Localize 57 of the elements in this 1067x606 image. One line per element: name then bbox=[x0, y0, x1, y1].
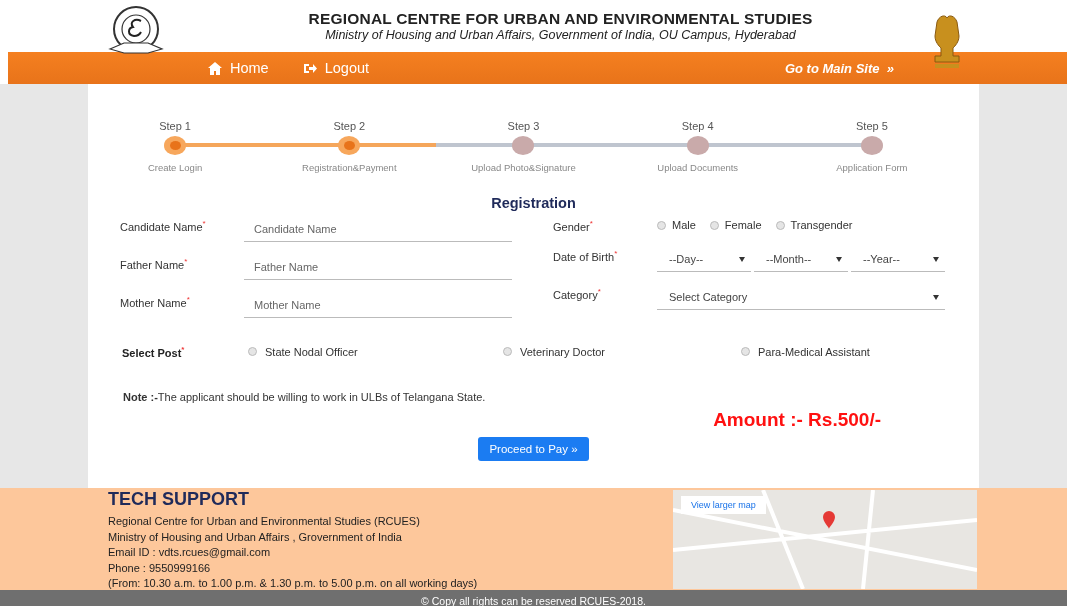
nav-link[interactable]: Logout bbox=[302, 60, 370, 76]
field-label: Category$^{*}$ bbox=[553, 286, 602, 301]
step-caption: Application Form bbox=[836, 162, 908, 173]
radio-button[interactable] bbox=[248, 347, 257, 357]
step-label: Step 3 bbox=[507, 120, 540, 132]
field-label: Select Post$^{*}$ bbox=[122, 345, 186, 359]
radio-button[interactable] bbox=[709, 220, 719, 230]
organization-title: REGIONAL CENTRE FOR URBAN AND ENVIRONMENTAL STUDIES bbox=[307, 10, 814, 28]
home-icon bbox=[208, 61, 222, 75]
step-label: Step 2 bbox=[333, 120, 366, 132]
radio-label: Para-Medical Assistant bbox=[758, 345, 870, 358]
main-site-link[interactable]: Go to Main Site » bbox=[784, 60, 894, 76]
radio-label: Female bbox=[724, 219, 762, 231]
caret-icon bbox=[836, 256, 842, 262]
field-label: Gender$^{*}$ bbox=[553, 218, 594, 233]
step-caption: Create Login bbox=[147, 162, 203, 173]
step-caption: Upload Photo&Signature bbox=[471, 162, 576, 173]
support-title: TECH SUPPORT bbox=[108, 489, 250, 510]
radio-button[interactable] bbox=[503, 347, 512, 357]
field-label: Father Name$^{*}$ bbox=[120, 256, 189, 271]
step-caption: Upload Documents bbox=[657, 162, 739, 173]
support-info-text: Phone : 9550999166 bbox=[108, 560, 212, 576]
step-label: Step 1 bbox=[159, 120, 191, 132]
radio-button[interactable] bbox=[741, 347, 750, 357]
step-label: Step 4 bbox=[681, 120, 714, 132]
step-label: Step 5 bbox=[856, 120, 888, 132]
support-info-text: Ministry of Housing and Urban Affairs , Grovernment of India bbox=[108, 529, 403, 545]
caret-icon bbox=[739, 256, 745, 262]
caret-icon bbox=[933, 294, 939, 300]
form-title: Registration bbox=[490, 195, 577, 211]
caret-icon bbox=[933, 256, 939, 262]
radio-label: Transgender bbox=[790, 219, 853, 231]
field-label: Candidate Name$^{*}$ bbox=[120, 218, 207, 233]
dropdown-field[interactable]: Select Category bbox=[657, 285, 945, 310]
radio-label: Veterinary Doctor bbox=[520, 345, 605, 358]
amount-text: Amount :- Rs.500/- bbox=[713, 408, 881, 431]
dropdown-field[interactable]: --Month-- bbox=[754, 247, 848, 272]
logout-icon bbox=[302, 61, 317, 75]
support-info-text: Email ID : vdts.rcues@gmail.com bbox=[108, 545, 272, 560]
radio-label: Male bbox=[672, 219, 696, 231]
field-label: Mother Name$^{*}$ bbox=[120, 294, 191, 309]
support-info-text: (From: 10.30 a.m. to 1.00 p.m. & 1.30 p.m. to 5.00 p.m. on all working days) bbox=[108, 576, 479, 591]
field-label: Date of Birth$^{*}$ bbox=[553, 248, 619, 263]
map-pin-icon bbox=[823, 511, 835, 530]
proceed-to-pay-button[interactable]: Proceed to Pay » bbox=[478, 436, 589, 461]
radio-button[interactable] bbox=[657, 220, 666, 230]
nav-link[interactable]: Home bbox=[208, 60, 269, 76]
note-text: Note :-The applicant should be willing to work in ULBs of Telangana State. bbox=[122, 389, 487, 403]
step-caption: Registration&Payment bbox=[302, 162, 397, 173]
organization-subtitle: Ministry of Housing and Urban Affairs, Government of India, OU Campus, Hyderabad bbox=[324, 28, 797, 42]
map-placeholder[interactable]: View larger map bbox=[673, 490, 977, 589]
view-larger-map-link[interactable]: View larger map bbox=[681, 496, 766, 514]
dropdown-field[interactable]: --Day-- bbox=[657, 247, 751, 272]
radio-button[interactable] bbox=[775, 220, 785, 230]
radio-label: State Nodal Officer bbox=[265, 345, 358, 358]
dropdown-field[interactable]: --Year-- bbox=[851, 247, 945, 272]
support-info-text: Regional Centre for Urban and Environmental Studies (RCUES) bbox=[108, 514, 421, 529]
